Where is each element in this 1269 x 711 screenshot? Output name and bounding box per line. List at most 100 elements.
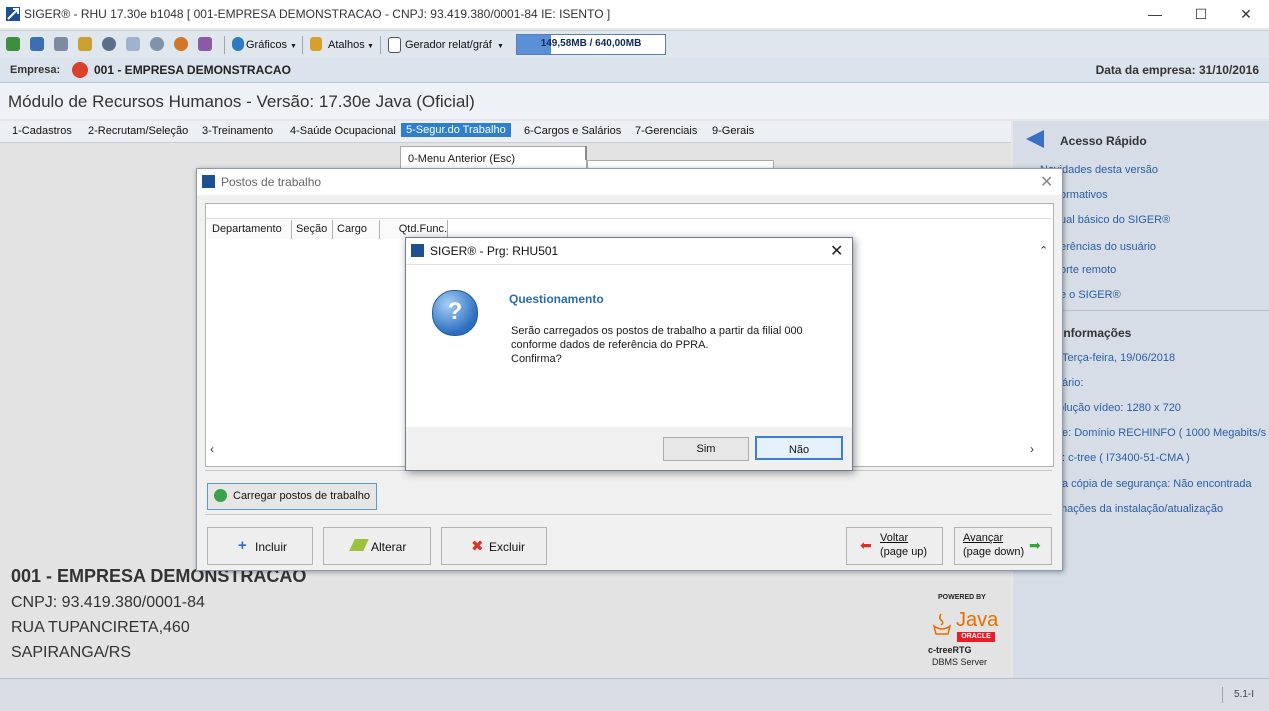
info-database: : c-tree ( I73400-51-CMA ) — [1062, 452, 1190, 464]
delete-x-icon: ✖ — [471, 538, 484, 555]
java-logo-text: Java — [956, 609, 999, 631]
notes-icon[interactable] — [78, 37, 92, 51]
scroll-left-icon[interactable]: ‹ — [210, 442, 214, 456]
window-title: SIGER® - RHU 17.30e b1048 [ 001-EMPRESA … — [24, 7, 611, 21]
incluir-button[interactable]: + Incluir — [207, 527, 313, 565]
dialog-heading: Questionamento — [509, 292, 604, 306]
chat-icon[interactable] — [150, 37, 164, 51]
company-city: SAPIRANGA/RS — [11, 644, 132, 661]
toolbar-separator — [302, 36, 303, 54]
dropdown-edge — [585, 146, 587, 160]
menu-cadastros[interactable]: 1-Cadastros — [12, 125, 72, 137]
postos-close-button[interactable]: ✕ — [1040, 172, 1053, 192]
info-network: e: Domínio RECHINFO ( 1000 Megabits/s ) — [1062, 427, 1269, 439]
quick-access-arrow-icon — [1026, 130, 1044, 148]
arrow-left-icon: ⬅ — [860, 537, 872, 553]
atalhos-icon — [310, 37, 322, 51]
settings-gear-icon[interactable] — [102, 37, 116, 51]
link-manual[interactable]: ual básico do SIGER® — [1060, 214, 1170, 226]
table-top-line — [206, 218, 1051, 219]
menu-saude-ocupacional[interactable]: 4-Saúde Ocupacional — [290, 125, 396, 137]
gerador-menu[interactable]: Gerador relat/gráf — [405, 39, 492, 51]
company-globe-icon — [72, 62, 88, 78]
maximize-button[interactable]: ☐ — [1178, 0, 1224, 28]
link-installation-info[interactable]: mações da instalação/atualização — [1058, 503, 1223, 515]
powered-by-label: POWERED BY — [938, 594, 986, 601]
carregar-postos-label: Carregar postos de trabalho — [233, 490, 370, 502]
memory-usage-text: 149,58MB / 640,00MB — [540, 38, 642, 49]
col-secao[interactable]: Seção — [292, 220, 333, 239]
menu-gerenciais[interactable]: 7-Gerenciais — [635, 125, 697, 137]
exit-icon[interactable] — [6, 37, 20, 51]
info-user: ário: — [1062, 377, 1084, 389]
divider — [205, 514, 1052, 515]
app-logo-icon — [6, 7, 20, 21]
link-sobre[interactable]: e o SIGER® — [1060, 289, 1121, 301]
toolbar-separator — [380, 36, 381, 54]
chevron-down-icon: ▼ — [290, 43, 297, 50]
carregar-postos-button[interactable]: Carregar postos de trabalho — [207, 483, 377, 510]
link-suporte-remoto[interactable]: orte remoto — [1060, 264, 1116, 276]
alterar-label: Alterar — [371, 540, 407, 554]
menu-gerais[interactable]: 9-Gerais — [712, 125, 754, 137]
shield-check-icon — [214, 489, 227, 502]
scroll-up-icon[interactable]: ⌃ — [1039, 244, 1048, 257]
col-cargo[interactable]: Cargo — [333, 220, 380, 239]
sim-button[interactable]: Sim — [663, 437, 749, 461]
empresa-value: 001 - EMPRESA DEMONSTRACAO — [94, 63, 291, 77]
menu-recrutamento[interactable]: 2-Recrutam/Seleção — [88, 125, 188, 137]
confirm-dialog: SIGER® - Prg: RHU501 ✕ ? Questionamento … — [405, 237, 853, 471]
menu-seguranca-trabalho[interactable]: 5-Segur.do Trabalho — [401, 123, 511, 137]
scroll-right-icon[interactable]: › — [1030, 442, 1034, 456]
arrow-right-icon: ➡ — [1029, 537, 1041, 553]
chevron-down-icon: ▼ — [497, 43, 504, 50]
alterar-button[interactable]: Alterar — [323, 527, 431, 565]
report-icon — [388, 37, 401, 53]
app-logo-icon — [202, 175, 215, 188]
menu-bar: 1-Cadastros 2-Recrutam/Seleção 3-Treinam… — [0, 121, 1011, 143]
module-title: Módulo de Recursos Humanos - Versão: 17.… — [8, 92, 475, 111]
voltar-shortcut: (page up) — [880, 546, 928, 558]
postos-title: Postos de trabalho — [221, 175, 322, 189]
mail-icon[interactable] — [126, 37, 140, 51]
info-date: Terça-feira, 19/06/2018 — [1062, 352, 1176, 364]
users-icon[interactable] — [174, 37, 188, 51]
dialog-message-line3: Confirma? — [511, 353, 562, 365]
calculator-icon[interactable] — [30, 37, 44, 51]
memory-usage-bar: 149,58MB / 640,00MB — [516, 34, 666, 55]
menu-cargos-salarios[interactable]: 6-Cargos e Salários — [524, 125, 621, 137]
dialog-message-line2: conforme dados de referência do PPRA. — [511, 339, 709, 351]
avancar-button[interactable]: Avançar (page down) ➡ — [954, 527, 1052, 565]
link-preferencias[interactable]: erências do usuário — [1060, 241, 1156, 253]
dialog-close-button[interactable]: ✕ — [830, 241, 843, 261]
print-icon[interactable] — [198, 37, 212, 51]
col-departamento[interactable]: Departamento — [208, 220, 292, 239]
voltar-button[interactable]: ⬅ Voltar (page up) — [846, 527, 943, 565]
dialog-message-line1: Serão carregados os postos de trabalho a… — [511, 325, 803, 337]
dropdown-item-menu-anterior[interactable]: 0-Menu Anterior (Esc) — [408, 153, 515, 165]
avancar-label: Avançar — [963, 532, 1004, 544]
empresa-date: Data da empresa: 31/10/2016 — [1095, 63, 1259, 77]
dbms-server-label: DBMS Server — [932, 657, 988, 667]
info-title: Informações — [1060, 326, 1132, 340]
module-header: Módulo de Recursos Humanos - Versão: 17.… — [0, 83, 1269, 119]
status-version: 5.1-I — [1234, 689, 1255, 700]
incluir-label: Incluir — [255, 540, 288, 554]
excluir-label: Excluir — [489, 540, 526, 554]
link-informativos[interactable]: ormativos — [1060, 189, 1108, 201]
app-logo-icon — [411, 244, 424, 257]
help-icon[interactable] — [54, 37, 68, 51]
toolbar-separator — [224, 36, 225, 54]
info-resolution: olução vídeo: 1280 x 720 — [1058, 402, 1181, 414]
atalhos-menu[interactable]: Atalhos — [328, 39, 365, 51]
nao-button[interactable]: Não — [755, 436, 843, 460]
avancar-shortcut: (page down) — [963, 546, 1025, 558]
plus-icon: + — [238, 537, 247, 554]
excluir-button[interactable]: ✖ Excluir — [441, 527, 547, 565]
menu-treinamento[interactable]: 3-Treinamento — [202, 125, 273, 137]
toolbar: Gráficos ▼ Atalhos ▼ Gerador relat/gráf … — [0, 30, 1269, 59]
question-icon: ? — [432, 290, 478, 336]
graficos-menu[interactable]: Gráficos — [246, 39, 287, 51]
minimize-button[interactable]: — — [1132, 0, 1178, 28]
close-window-button[interactable]: ✕ — [1223, 0, 1269, 28]
